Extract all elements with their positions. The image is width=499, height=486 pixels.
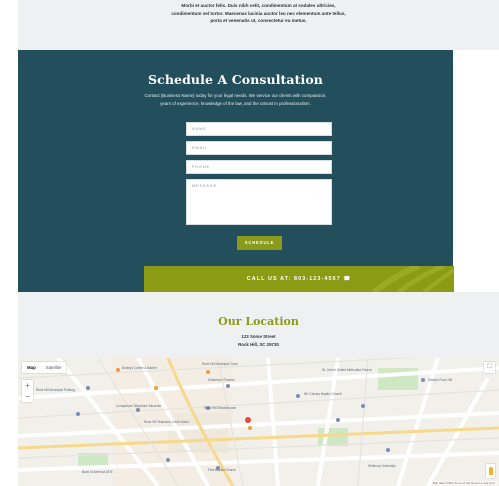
map-label-methodist: St. John's United Methodist Church [322, 368, 372, 372]
location-map[interactable]: Rock Hill Municipal Parking Bobby's Coff… [18, 358, 499, 486]
zoom-in-button[interactable]: + [22, 380, 33, 391]
map-attribution[interactable]: Map data ©2024 Terms of Use Report a map… [430, 481, 497, 485]
zoom-control[interactable]: + − [22, 380, 33, 402]
intro-line-2: condimentum vel tortor. Maecenas lacinia… [171, 10, 346, 16]
name-field[interactable]: NAME [186, 122, 332, 136]
location-street: 123 Some Street [241, 334, 276, 339]
consultation-description-line-1: Contact {Business Name} today for your l… [144, 93, 327, 98]
map-type-control[interactable]: Map Satellite [22, 362, 67, 373]
call-us-bar[interactable]: CALL US AT: 803-123-4567 ☎ [144, 266, 454, 292]
call-us-text[interactable]: CALL US AT: 803-123-4567 ☎ [144, 266, 454, 292]
fullscreen-icon[interactable]: ⛶ [484, 362, 495, 373]
map-label-parking: Rock Hill Municipal Parking [36, 388, 75, 392]
map-type-map[interactable]: Map [22, 362, 41, 373]
map-label-church: Mt. Calvary Baptist Church [304, 392, 342, 396]
map-label-first-baptist: First Baptist Church [208, 468, 236, 472]
location-section: Our Location 123 Some Street Rock Hill, … [18, 292, 499, 358]
message-placeholder: MESSAGE [192, 184, 218, 188]
consultation-title: Schedule A Consultation [148, 72, 323, 87]
map-type-satellite[interactable]: Satellite [41, 362, 67, 373]
map-label-historic: Historic Rock Hill [428, 378, 453, 382]
email-placeholder: EMAIL [192, 146, 208, 150]
location-title: Our Location [218, 315, 299, 328]
map-label-smokehouse: Rock Hill Smokehouse [204, 406, 237, 410]
consultation-description-line-2: years of experience, knowledge of the la… [160, 100, 311, 106]
name-placeholder: NAME [192, 127, 207, 131]
zoom-out-button[interactable]: − [22, 391, 33, 402]
map-label-flowers: Kimberly's Flowers [208, 378, 235, 382]
email-field[interactable]: EMAIL [186, 141, 332, 155]
intro-section: Morbi et auctor felis. Duis nibh velit, … [18, 0, 499, 50]
phone-placeholder: PHONE [192, 165, 211, 169]
map-label-atm: Bank of America ATM [82, 470, 113, 474]
schedule-button[interactable]: SCHEDULE [237, 236, 282, 250]
intro-line-1: Morbi et auctor felis. Duis nibh velit, … [181, 3, 336, 8]
map-label-coffee: Bobby's Coffee & Barber [122, 366, 157, 370]
location-city: Rock Hill, SC 29730 [238, 342, 279, 347]
map-canvas[interactable] [18, 358, 499, 486]
message-field[interactable]: MESSAGE [186, 179, 332, 225]
consultation-description: Contact {Business Name} today for your l… [18, 92, 453, 107]
map-label-museum: Comporium Telephone Museum [116, 404, 162, 408]
map-label-winthrop: Winthrop University [368, 464, 396, 468]
map-label-credit-union: Rock Hill Teachers Credit Union [144, 420, 189, 424]
phone-field[interactable]: PHONE [186, 160, 332, 174]
street-view-pegman-icon[interactable] [486, 464, 495, 478]
consultation-section: Schedule A Consultation Contact {Busines… [18, 50, 453, 292]
map-label-court: Rock Hill Municipal Court [202, 362, 238, 366]
intro-line-3: porta et venenatis ut, consectetur eu me… [210, 18, 307, 24]
